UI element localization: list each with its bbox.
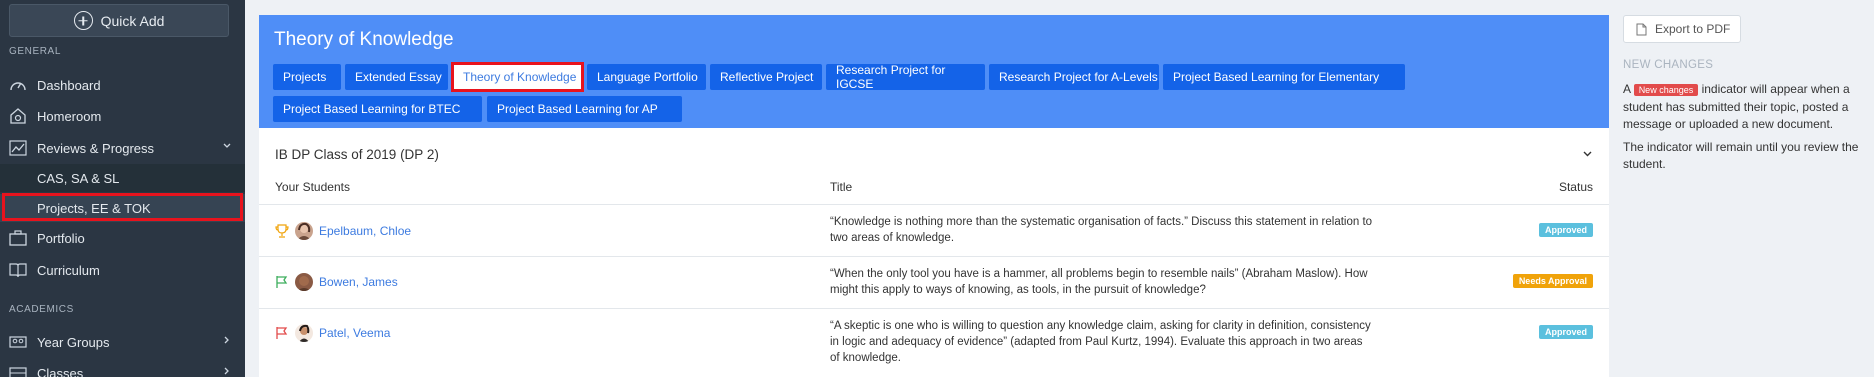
student-cell[interactable]: Epelbaum, Chloe (275, 222, 411, 240)
sidebar-item-curriculum[interactable]: Curriculum (0, 255, 245, 285)
column-header-title: Title (830, 180, 853, 194)
chart-icon (9, 140, 27, 156)
avatar (295, 222, 313, 240)
tab-projects[interactable]: Projects (273, 64, 341, 90)
student-cell[interactable]: Bowen, James (275, 273, 398, 291)
sidebar-subitem-label: CAS, SA & SL (37, 170, 120, 186)
export-pdf-button[interactable]: Export to PDF (1623, 15, 1741, 43)
new-changes-note: The indicator will remain until you revi… (1623, 140, 1859, 171)
tab-reflective-project[interactable]: Reflective Project (710, 64, 822, 90)
sidebar-item-dashboard[interactable]: Dashboard (0, 70, 245, 100)
classes-icon (9, 365, 27, 377)
homeroom-icon (9, 108, 27, 124)
export-pdf-label: Export to PDF (1655, 22, 1731, 36)
tab-research-igcse[interactable]: Research Project for IGCSE (826, 63, 985, 91)
pdf-file-icon (1636, 23, 1647, 35)
green-flag-icon (276, 276, 288, 288)
groups-icon (9, 334, 27, 350)
project-title: “When the only tool you have is a hammer… (830, 268, 1368, 296)
tab-pbl-elementary[interactable]: Project Based Learning for Elementary (1163, 64, 1405, 90)
tab-research-a-levels[interactable]: Research Project for A-Levels (989, 64, 1159, 90)
section-label-general: GENERAL (9, 46, 61, 57)
tab-highlight-box (451, 62, 584, 92)
sidebar-item-label: Homeroom (37, 108, 102, 124)
briefcase-icon (9, 230, 27, 246)
dashboard-icon (9, 77, 27, 93)
sidebar-item-portfolio[interactable]: Portfolio (0, 223, 245, 253)
tab-pbl-btec[interactable]: Project Based Learning for BTEC (273, 96, 482, 122)
status-badge: Needs Approval (1512, 274, 1593, 288)
table-row: Patel, Veema “A skeptic is one who is wi… (259, 309, 1609, 377)
sidebar-subitem-cas[interactable]: CAS, SA & SL (0, 164, 245, 192)
sidebar-item-label: Dashboard (37, 77, 101, 93)
student-name-link[interactable]: Epelbaum, Chloe (319, 224, 411, 238)
project-title: “A skeptic is one who is willing to ques… (830, 320, 1371, 364)
sidebar-item-reviews-progress[interactable]: Reviews & Progress (0, 133, 245, 163)
new-changes-description: A New changes indicator will appear when… (1623, 81, 1871, 133)
avatar (295, 273, 313, 291)
class-name: IB DP Class of 2019 (DP 2) (275, 147, 439, 162)
column-header-status: Status (1558, 180, 1593, 194)
red-flag-icon (276, 327, 288, 339)
chevron-down-icon[interactable] (1583, 149, 1592, 158)
sidebar-item-homeroom[interactable]: Homeroom (0, 101, 245, 131)
sidebar-item-label: Reviews & Progress (37, 140, 155, 156)
quick-add-label: Quick Add (100, 12, 165, 29)
status-badge: Approved (1538, 223, 1593, 237)
plus-circle-icon (73, 11, 93, 30)
chevron-right-icon (224, 367, 229, 375)
page-header: Theory of Knowledge Projects Extended Es… (259, 15, 1609, 128)
tab-language-portfolio[interactable]: Language Portfolio (587, 64, 706, 90)
quick-add-button[interactable]: Quick Add (9, 4, 229, 37)
info-text-lead: A (1623, 82, 1631, 96)
table-row: Epelbaum, Chloe “Knowledge is nothing mo… (259, 205, 1609, 256)
chevron-down-icon (223, 143, 231, 148)
chevron-right-icon (224, 336, 229, 344)
page-title: Theory of Knowledge (274, 29, 454, 50)
sidebar-item-label: Classes (37, 365, 84, 377)
sidebar: Quick Add GENERAL Dashboard Homeroom Rev… (0, 0, 245, 377)
project-title: “Knowledge is nothing more than the syst… (830, 216, 1373, 244)
sidebar-item-label: Year Groups (37, 334, 110, 350)
student-cell[interactable]: Patel, Veema (275, 324, 390, 342)
tab-pbl-ap[interactable]: Project Based Learning for AP (487, 96, 682, 122)
avatar (295, 324, 313, 342)
sidebar-item-label: Portfolio (37, 230, 85, 246)
sidebar-item-label: Curriculum (37, 262, 100, 278)
trophy-icon (275, 224, 289, 238)
new-changes-title: NEW CHANGES (1623, 59, 1714, 71)
table-row: Bowen, James “When the only tool you hav… (259, 257, 1609, 308)
sidebar-item-classes[interactable]: Classes (0, 358, 245, 377)
column-header-students: Your Students (275, 180, 350, 194)
section-label-academics: ACADEMICS (9, 304, 74, 315)
main-panel: Theory of Knowledge Projects Extended Es… (259, 15, 1609, 377)
sidebar-highlight-box (2, 193, 243, 221)
status-badge: Approved (1538, 325, 1593, 339)
student-name-link[interactable]: Patel, Veema (319, 326, 390, 340)
book-icon (9, 262, 27, 278)
sidebar-item-year-groups[interactable]: Year Groups (0, 327, 245, 357)
new-changes-badge: New changes (1633, 84, 1699, 96)
student-name-link[interactable]: Bowen, James (319, 275, 398, 289)
tab-extended-essay[interactable]: Extended Essay (345, 64, 448, 90)
